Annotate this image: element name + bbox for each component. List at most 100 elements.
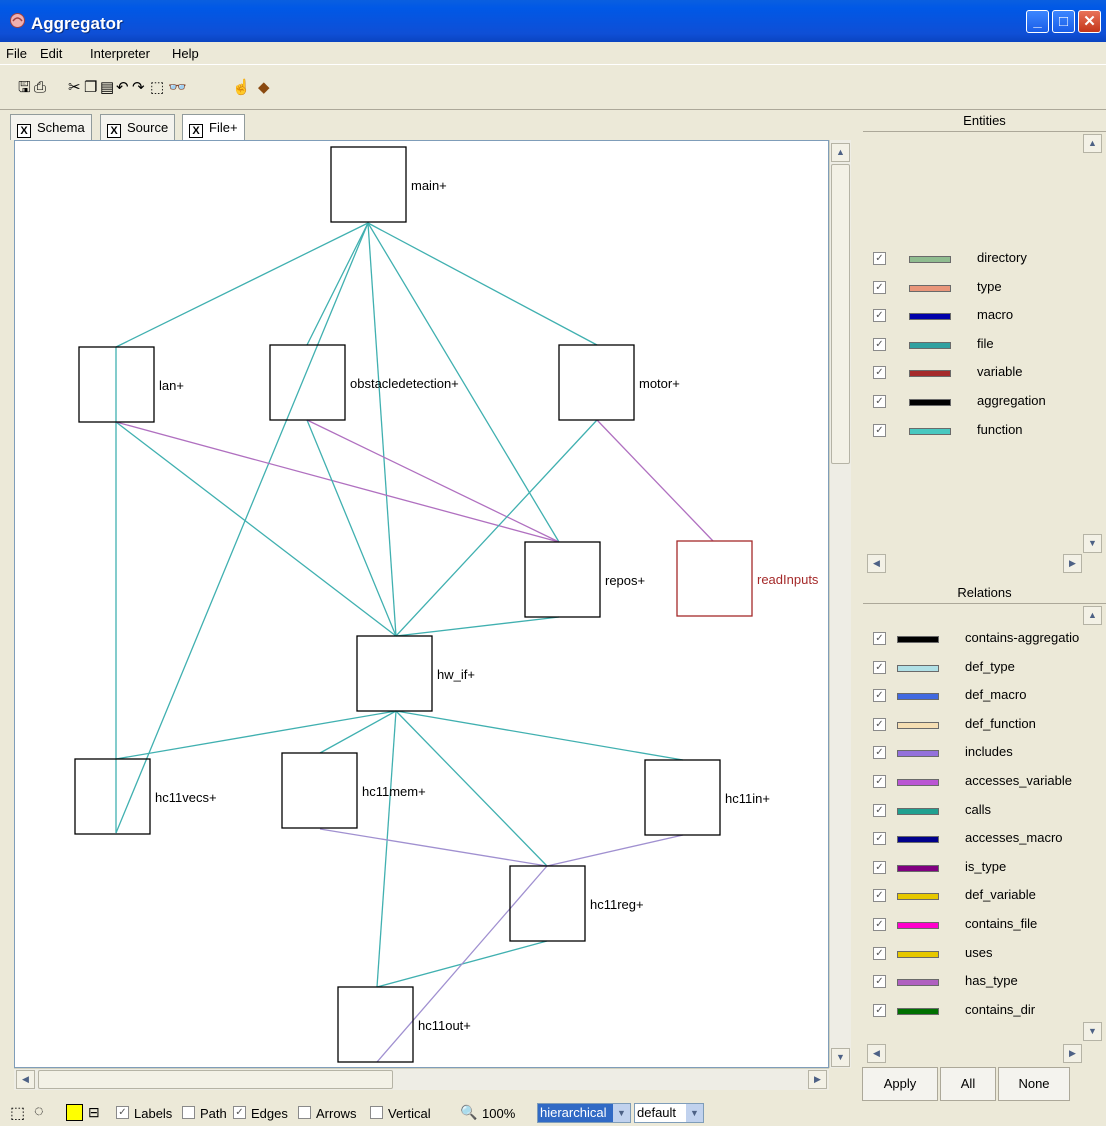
scroll-thumb[interactable] — [38, 1070, 393, 1089]
tab-close-icon[interactable]: X — [17, 124, 31, 138]
legend-checkbox[interactable]: ✓ — [873, 717, 886, 731]
graph-edge-main-lan[interactable] — [115, 222, 369, 348]
legend-checkbox[interactable]: ✓ — [873, 632, 886, 645]
legend-checkbox[interactable]: ✓ — [873, 832, 886, 846]
redo-icon[interactable]: ↷ — [132, 80, 145, 96]
graph-node-main[interactable] — [330, 146, 407, 223]
graph-node-repos[interactable] — [524, 541, 601, 618]
cut-icon[interactable]: ✂ — [68, 80, 81, 96]
apply-button[interactable]: Apply — [862, 1067, 938, 1101]
legend-checkbox[interactable]: ✓ — [873, 423, 886, 437]
graph-node-hw_if[interactable] — [356, 635, 433, 712]
layout-select[interactable]: hierarchical ▼ — [537, 1103, 631, 1123]
legend-checkbox[interactable]: ✓ — [873, 975, 886, 989]
graph-edge-repos-hw_if[interactable] — [395, 616, 560, 637]
graph-node-obstacledetection[interactable] — [269, 344, 346, 421]
scroll-left-arrow[interactable]: ◀ — [867, 554, 886, 573]
graph-vertical-scrollbar[interactable]: ▲ ▼ — [829, 140, 851, 1068]
arrows-checkbox[interactable] — [298, 1106, 311, 1119]
menu-help[interactable]: Help — [172, 46, 199, 61]
undo-icon[interactable]: ↶ — [116, 80, 129, 96]
legend-checkbox[interactable]: ✓ — [873, 775, 886, 788]
graph-edge-main-motor[interactable] — [367, 222, 598, 346]
graph-edge-hw_if-hc11vecs[interactable] — [115, 710, 397, 760]
graph-node-hc11mem[interactable] — [281, 752, 358, 829]
scroll-right-arrow[interactable]: ▶ — [808, 1070, 827, 1089]
scroll-right-arrow[interactable]: ▶ — [1063, 1044, 1082, 1063]
graph-edge-hw_if-hc11out[interactable] — [376, 710, 397, 988]
legend-checkbox[interactable]: ✓ — [873, 1003, 886, 1017]
none-button[interactable]: None — [998, 1067, 1070, 1101]
legend-checkbox[interactable]: ✓ — [873, 689, 886, 703]
pointer-hand-icon[interactable]: ☝ — [232, 80, 251, 96]
graph-edge-hc11in-hc11reg[interactable] — [546, 834, 684, 867]
tab-close-icon[interactable]: X — [107, 124, 121, 138]
graph-edge-hc11mem-hc11reg[interactable] — [319, 828, 548, 867]
scroll-left-arrow[interactable]: ◀ — [16, 1070, 35, 1089]
menu-file[interactable]: File — [6, 46, 27, 61]
legend-checkbox[interactable]: ✓ — [873, 660, 886, 674]
scheme-select[interactable]: default ▼ — [634, 1103, 704, 1123]
tab-schema[interactable]: X Schema — [10, 114, 92, 140]
scroll-right-arrow[interactable]: ▶ — [1063, 554, 1082, 573]
copy-icon[interactable]: ❐ — [84, 80, 97, 96]
graph-node-readInputs[interactable] — [676, 540, 753, 617]
all-button[interactable]: All — [940, 1067, 996, 1101]
legend-checkbox[interactable]: ✓ — [873, 280, 886, 294]
graph-edge-lan-hw_if[interactable] — [115, 421, 397, 637]
minimize-button[interactable]: _ — [1026, 10, 1049, 33]
scroll-thumb[interactable] — [831, 164, 850, 464]
graph-edge-obstacledetection-hw_if[interactable] — [306, 419, 397, 637]
legend-checkbox[interactable]: ✓ — [873, 946, 886, 960]
chevron-down-icon[interactable]: ▼ — [613, 1104, 630, 1122]
tab-file-plus[interactable]: X File+ — [182, 114, 245, 140]
scroll-down-arrow[interactable]: ▼ — [1083, 1022, 1102, 1041]
book-icon[interactable]: ◆ — [258, 80, 270, 96]
edges-checkbox[interactable]: ✓ — [233, 1106, 246, 1119]
vertical-checkbox[interactable] — [370, 1106, 383, 1119]
graph-node-hc11out[interactable] — [337, 986, 414, 1063]
paste-icon[interactable]: ▤ — [100, 80, 114, 96]
graph-node-hc11reg[interactable] — [509, 865, 586, 942]
graph-edge-hw_if-hc11in[interactable] — [395, 710, 684, 761]
maximize-button[interactable]: □ — [1052, 10, 1075, 33]
legend-checkbox[interactable]: ✓ — [873, 803, 886, 817]
legend-checkbox[interactable]: ✓ — [873, 395, 886, 408]
graph-edge-main-hc11vecs[interactable] — [115, 222, 369, 834]
legend-checkbox[interactable]: ✓ — [873, 337, 886, 351]
graph-edge-motor-readInputs[interactable] — [596, 419, 714, 542]
graph-edge-main-hw_if[interactable] — [367, 222, 397, 637]
color-swatch[interactable] — [66, 1104, 83, 1121]
legend-checkbox[interactable]: ✓ — [873, 309, 886, 323]
chevron-down-icon[interactable]: ▼ — [686, 1104, 703, 1122]
lasso-icon[interactable]: ◌ — [34, 1103, 44, 1121]
graph-node-hc11vecs[interactable] — [74, 758, 151, 835]
path-checkbox[interactable] — [182, 1106, 195, 1119]
menu-edit[interactable]: Edit — [40, 46, 62, 61]
graph-node-motor[interactable] — [558, 344, 635, 421]
graph-canvas[interactable]: main+ lan+ obstacledetection+ motor+ repos+ r… — [14, 140, 829, 1068]
zoom-icon[interactable]: 🔍 — [460, 1104, 477, 1121]
tab-source[interactable]: X Source — [100, 114, 176, 140]
scroll-up-arrow[interactable]: ▲ — [1083, 134, 1102, 153]
scroll-up-arrow[interactable]: ▲ — [831, 143, 850, 162]
find-icon[interactable]: 👓 — [168, 80, 187, 96]
select-rect-icon[interactable]: ⬚ — [10, 1103, 25, 1123]
labels-checkbox[interactable]: ✓ — [116, 1106, 129, 1119]
scroll-down-arrow[interactable]: ▼ — [1083, 534, 1102, 553]
scroll-left-arrow[interactable]: ◀ — [867, 1044, 886, 1063]
graph-node-lan[interactable] — [78, 346, 155, 423]
menu-interpreter[interactable]: Interpreter — [90, 46, 150, 61]
tab-close-icon[interactable]: X — [189, 124, 203, 138]
graph-node-hc11in[interactable] — [644, 759, 721, 836]
legend-checkbox[interactable]: ✓ — [873, 746, 886, 760]
close-button[interactable]: ✕ — [1078, 10, 1101, 33]
graph-edge-main-obstacledetection[interactable] — [306, 222, 369, 346]
legend-checkbox[interactable]: ✓ — [873, 252, 886, 265]
scroll-up-arrow[interactable]: ▲ — [1083, 606, 1102, 625]
graph-edge-obstacledetection-repos[interactable] — [306, 419, 560, 543]
graph-horizontal-scrollbar[interactable]: ◀ ▶ — [14, 1068, 829, 1090]
scroll-down-arrow[interactable]: ▼ — [831, 1048, 850, 1067]
legend-checkbox[interactable]: ✓ — [873, 860, 886, 874]
select-all-icon[interactable]: ⬚ — [150, 80, 164, 96]
